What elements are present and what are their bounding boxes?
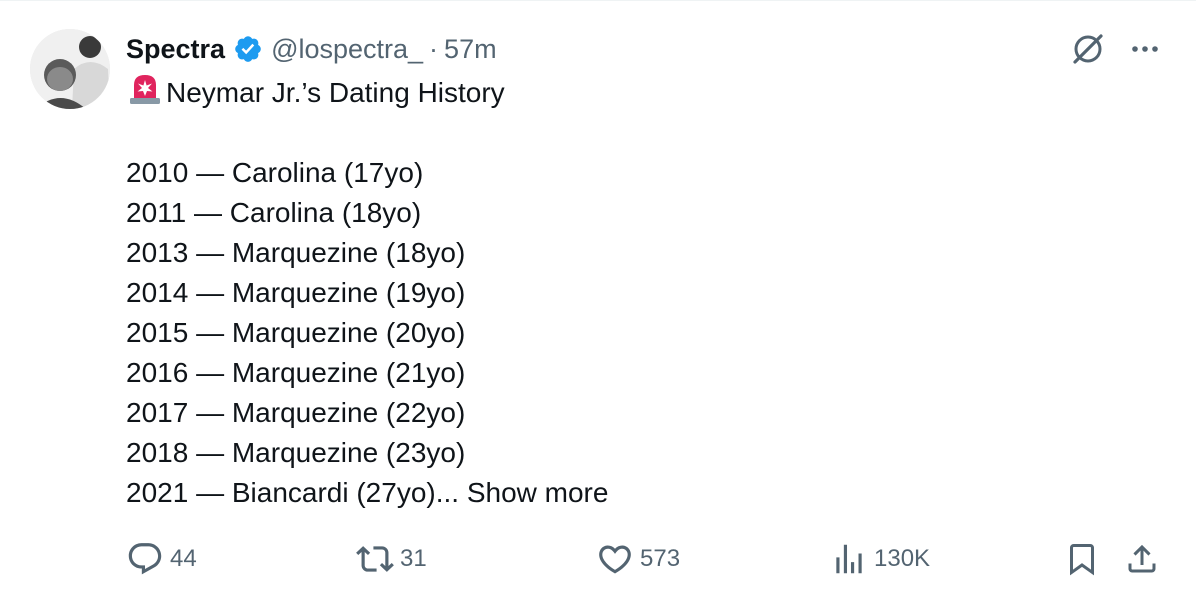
views-count: 130K [874, 545, 931, 572]
last-entry-text: 2021 — Biancardi (27yo)... [126, 477, 460, 508]
more-options-icon[interactable] [1130, 31, 1160, 67]
timeline-entry: 2015 — Marquezine (20yo) [126, 317, 466, 348]
share-button[interactable] [1124, 537, 1160, 581]
reply-count: 44 [170, 545, 197, 572]
share-icon [1124, 540, 1160, 578]
timeline-entry: 2014 — Marquezine (19yo) [126, 277, 466, 308]
analytics-icon [830, 540, 868, 578]
tweet-header: Spectra @lospectra_ · 57m [126, 31, 497, 67]
action-bar: 44 31 573 130K [126, 537, 1166, 581]
grok-icon[interactable] [1070, 31, 1106, 67]
repost-count: 31 [400, 545, 427, 572]
repost-icon [356, 540, 394, 578]
like-button[interactable]: 573 [596, 537, 680, 581]
tweet-text: Neymar Jr.’s Dating History 2010 — Carol… [126, 73, 1146, 513]
tweet-card[interactable]: Spectra @lospectra_ · 57m Neymar Jr.’s D… [0, 0, 1196, 600]
timeline-entry: 2013 — Marquezine (18yo) [126, 237, 466, 268]
post-time[interactable]: 57m [444, 34, 497, 65]
siren-icon [126, 71, 166, 116]
like-count: 573 [640, 545, 681, 572]
display-name[interactable]: Spectra [126, 34, 225, 65]
post-title: Neymar Jr.’s Dating History [166, 77, 505, 108]
top-actions [1070, 31, 1160, 67]
reply-icon [126, 540, 164, 578]
verified-badge-icon [233, 34, 263, 64]
header-separator: · [429, 33, 439, 64]
timeline-entry: 2018 — Marquezine (23yo) [126, 437, 466, 468]
avatar-photo [30, 29, 110, 109]
timeline-entry: 2016 — Marquezine (21yo) [126, 357, 466, 388]
bookmark-icon [1064, 540, 1100, 578]
avatar[interactable] [30, 29, 110, 109]
views-button[interactable]: 130K [830, 537, 930, 581]
show-more-link[interactable]: Show more [467, 477, 609, 508]
author-handle[interactable]: @lospectra_ [271, 34, 423, 65]
post-title-line: Neymar Jr.’s Dating History [126, 73, 1146, 113]
timeline-entry: 2010 — Carolina (17yo) [126, 157, 424, 188]
timeline-entry: 2011 — Carolina (18yo) [126, 197, 422, 228]
repost-button[interactable]: 31 [356, 537, 427, 581]
heart-icon [596, 540, 634, 578]
reply-button[interactable]: 44 [126, 537, 197, 581]
timeline-entry-last: 2021 — Biancardi (27yo)... Show more [126, 473, 1146, 513]
bookmark-button[interactable] [1064, 537, 1100, 581]
timeline-entry: 2017 — Marquezine (22yo) [126, 397, 466, 428]
